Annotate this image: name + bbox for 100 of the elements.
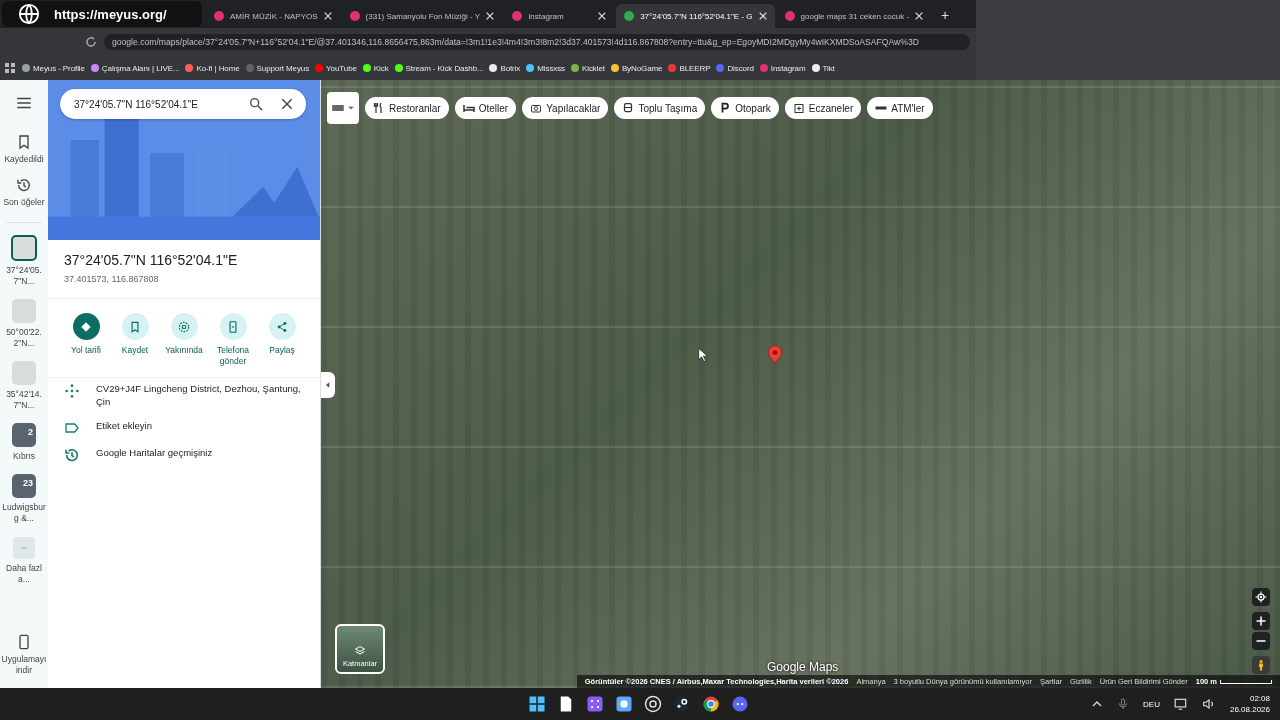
rail-label[interactable]: Uygulamayı indir	[1, 653, 47, 676]
action-button[interactable]: Telefona gönder	[209, 313, 257, 368]
action-button[interactable]: Yol tarifi	[62, 313, 110, 368]
recent-place-label[interactable]: 35°42'14.7"N...	[1, 389, 47, 412]
monitor-network-icon[interactable]	[1173, 697, 1188, 711]
recent-place-thumbnail[interactable]	[12, 361, 36, 386]
category-chip[interactable]: ATM'ler	[867, 97, 933, 119]
bookmark[interactable]: Discord	[716, 63, 754, 73]
tab-title: Instagram	[528, 11, 565, 21]
satellite-map-placeholder[interactable]	[321, 80, 1280, 688]
bookmark[interactable]: Kicklet	[571, 63, 605, 73]
history-icon	[64, 446, 80, 463]
bookmark[interactable]: Instagram	[759, 63, 806, 73]
coordinates-text: 37.401573, 116.867808	[64, 274, 160, 284]
bookmark-label: ByNoGame	[621, 63, 663, 73]
rail-label[interactable]: Daha fazla...	[1, 562, 47, 585]
keyboard-language[interactable]: DEU	[1143, 699, 1160, 709]
tab-title: 37°24'05.7"N 116°52'04.1"E - G	[640, 11, 753, 21]
history-icon[interactable]	[16, 177, 32, 194]
share-icon	[275, 319, 289, 334]
info-row-text[interactable]: CV29+J4F Lingcheng District, Dezhou, Şantung, Çin	[96, 383, 304, 409]
clock-time[interactable]: 02:08	[1249, 694, 1270, 703]
bookmark-icon	[128, 319, 142, 334]
bookmark[interactable]: Botrix	[489, 63, 521, 73]
place-title: 37°24'05.7"N 116°52'04.1"E	[64, 252, 239, 268]
bookmark-label: YouTube	[326, 63, 357, 73]
close-icon[interactable]	[914, 11, 925, 21]
bookmark[interactable]: Missxss	[526, 63, 565, 73]
browser-tab[interactable]: AMİR MÜZİK - NAPYOS	[206, 4, 340, 28]
info-row-text[interactable]: Etiket ekleyin	[96, 419, 152, 433]
search-field[interactable]: 37°24'05.7"N 116°52'04.1"E	[60, 89, 306, 119]
disc-app-icon[interactable]	[615, 695, 633, 713]
zoom-in-button[interactable]	[1252, 612, 1270, 630]
microphone-icon[interactable]	[1117, 698, 1130, 710]
bookmark-label: Discord	[727, 63, 754, 73]
browser-tab[interactable]: Instagram	[504, 4, 615, 28]
phone-icon[interactable]	[16, 633, 32, 650]
close-icon[interactable]	[280, 97, 294, 111]
bed-icon	[462, 102, 475, 114]
tab-title: google maps 31 ceken cocuk -	[800, 11, 910, 21]
steam-icon[interactable]	[673, 695, 691, 713]
bookmark-label: Missxss	[537, 63, 565, 73]
bookmark[interactable]: Meyus - Profile	[22, 63, 85, 73]
action-button[interactable]: Kaydet	[111, 313, 159, 368]
bookmark-label: Ko-fi | Home	[196, 63, 240, 73]
aperture-icon[interactable]	[644, 695, 662, 713]
reload-icon[interactable]	[84, 35, 98, 49]
my-location-button[interactable]	[1252, 588, 1270, 606]
layers-icon	[354, 645, 366, 657]
scale-bar	[1220, 679, 1272, 684]
new-tab-button[interactable]: +	[933, 7, 958, 28]
phone-icon	[226, 319, 240, 334]
zoom-out-button[interactable]	[1252, 632, 1270, 650]
action-button[interactable]: Yakınında	[160, 313, 208, 368]
action-button[interactable]: Paylaş	[258, 313, 306, 368]
category-chip[interactable]: Eczaneler	[784, 97, 862, 119]
rail-label[interactable]: Son öğeler	[1, 197, 47, 209]
browser-tab[interactable]: 37°24'05.7"N 116°52'04.1"E - G	[616, 4, 775, 28]
search-icon[interactable]	[248, 96, 264, 112]
collapse-panel-button[interactable]	[321, 372, 335, 398]
recent-place-label[interactable]: 37°24'05.7"N...	[1, 265, 47, 288]
category-chip[interactable]: Otopark	[711, 97, 779, 119]
recent-place-thumbnail[interactable]	[11, 235, 37, 262]
clock-date[interactable]: 26.08.2026	[1229, 705, 1270, 714]
recent-place-thumbnail[interactable]	[12, 299, 36, 324]
camera-icon	[530, 102, 543, 114]
app-grid-icon[interactable]	[586, 695, 604, 713]
recent-place-label[interactable]: 50°00'22.2"N...	[1, 327, 47, 350]
pegman-button[interactable]	[1252, 656, 1270, 674]
speaker-icon[interactable]	[1201, 697, 1216, 711]
recent-place-label[interactable]: Ludwigsburg &...	[1, 502, 47, 525]
apps-grid-icon[interactable]	[4, 62, 16, 74]
recent-place-label[interactable]: Kıbrıs	[1, 451, 47, 463]
bookmark[interactable]: Support Meyus	[245, 63, 310, 73]
browser-tab[interactable]: (331) Samanyolu Fon Müziği - Y	[341, 4, 503, 28]
discord-icon[interactable]	[731, 695, 749, 713]
bookmark[interactable]: Tikt	[811, 63, 835, 73]
category-chip[interactable]: Restoranlar	[365, 97, 449, 119]
keyboard-toggle-button[interactable]	[327, 92, 359, 124]
chrome-icon[interactable]	[702, 695, 720, 713]
bookmark-icon[interactable]	[16, 134, 32, 150]
category-chip[interactable]: Yapılacaklar	[522, 97, 609, 119]
windows-logo-icon[interactable]	[528, 695, 546, 713]
photo-count: 23	[23, 478, 33, 489]
rail-label[interactable]: Kaydedildi	[1, 154, 47, 166]
caret-down-icon	[347, 104, 355, 112]
bookmark[interactable]: Kick	[362, 63, 389, 73]
recent-place-thumbnail[interactable]: 2	[12, 423, 36, 448]
my-location-icon	[1255, 591, 1267, 603]
category-chip[interactable]: Oteller	[454, 97, 517, 119]
browser-tab[interactable]: google maps 31 ceken cocuk -	[776, 4, 932, 28]
bookmark[interactable]: BLEERP	[668, 63, 711, 73]
address-bar[interactable]: google.com/maps/place/37°24'05.7"N+116°52'04.1"E/@37.401346,116.8656475,863m/data=!3m1!1e3!4m4!3m3!8m2!3d37.401573!4d116.867808?entry=ttu&g_ep=EgoyMDI2MDgyMy4wIKXMDSoASAFQAw%3D	[104, 34, 970, 50]
recent-place-thumbnail[interactable]: 23	[12, 474, 36, 499]
bookmark[interactable]: Ko-fi | Home	[185, 63, 240, 73]
bookmark[interactable]: YouTube	[315, 63, 357, 73]
bookmark-label: Tikt	[822, 63, 835, 73]
info-row-text[interactable]: Google Haritalar geçmişiniz	[96, 446, 213, 460]
category-chip[interactable]: Toplu Taşıma	[614, 97, 706, 119]
bookmark[interactable]: ByNoGame	[610, 63, 663, 73]
